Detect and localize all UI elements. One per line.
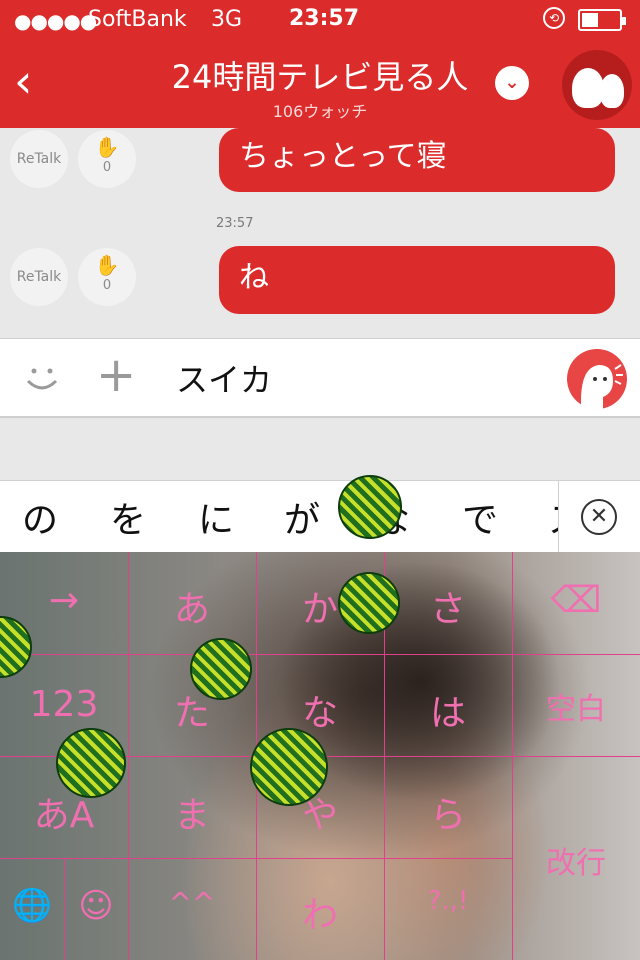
candidate-item[interactable]: が xyxy=(284,491,320,543)
key-ha[interactable]: は xyxy=(384,684,512,734)
status-bar: ●●●●● SoftBank 3G 23:57 ⟲ xyxy=(0,0,640,40)
key-space[interactable]: 空白 xyxy=(512,684,640,734)
key-a[interactable]: あ xyxy=(128,580,256,630)
close-icon: ✕ xyxy=(581,499,617,535)
candidate-bar: の を に が な で ス ✕ xyxy=(0,475,640,553)
clap-button[interactable]: ✋ 0 xyxy=(78,130,136,188)
rotation-lock-icon: ⟲ xyxy=(543,7,565,29)
signal-strength: ●●●●● xyxy=(14,9,97,33)
smiley-icon[interactable] xyxy=(22,357,62,397)
key-input-mode[interactable]: あA xyxy=(0,786,128,836)
candidate-item[interactable]: で xyxy=(462,491,498,543)
key-return[interactable]: 改行 xyxy=(512,838,640,888)
back-button[interactable]: ‹ xyxy=(14,58,54,108)
spacer xyxy=(0,420,640,480)
emoji-icon[interactable]: ☺ xyxy=(64,886,128,936)
key-wa[interactable]: わ xyxy=(256,886,384,936)
candidate-item[interactable]: を xyxy=(110,491,146,543)
watermelon-decoration xyxy=(190,638,252,700)
clock: 23:57 xyxy=(289,6,360,31)
key-na[interactable]: な xyxy=(256,684,384,734)
clap-icon: ✋ xyxy=(94,253,120,277)
message-bubble[interactable]: ちょっとって寝 xyxy=(219,128,615,192)
stamp-button[interactable] xyxy=(567,349,627,409)
key-punctuation[interactable]: ?.,! xyxy=(384,886,512,936)
clap-count: 0 xyxy=(102,278,112,293)
chat-area[interactable]: ReTalk ✋ 0 ちょっとって寝 23:57 ReTalk ✋ 0 ね xyxy=(0,128,640,338)
watermelon-decoration xyxy=(338,475,402,539)
globe-icon[interactable]: 🌐 xyxy=(0,886,64,936)
close-candidates-button[interactable]: ✕ xyxy=(558,481,640,553)
battery-icon xyxy=(578,9,626,31)
add-attachment-button[interactable]: + xyxy=(96,347,136,403)
retalk-button[interactable]: ReTalk xyxy=(10,248,68,306)
clap-icon: ✋ xyxy=(94,135,120,159)
message-bubble[interactable]: ね xyxy=(219,246,615,314)
chevron-down-icon[interactable]: ⌄ xyxy=(495,66,529,100)
clap-count: 0 xyxy=(102,160,112,175)
key-sa[interactable]: さ xyxy=(384,580,512,630)
room-avatar[interactable] xyxy=(562,50,632,120)
key-ra[interactable]: ら xyxy=(384,786,512,836)
key-kaomoji[interactable]: ^^ xyxy=(128,886,256,936)
watermelon-decoration xyxy=(56,728,126,798)
carrier-label: SoftBank xyxy=(88,7,187,32)
watermelon-decoration xyxy=(250,728,328,806)
message-input[interactable]: スイカ xyxy=(176,355,272,401)
message-input-bar: + スイカ xyxy=(0,338,640,418)
watch-count: 106ウォッチ xyxy=(272,102,368,121)
candidate-item[interactable]: に xyxy=(198,491,234,543)
candidate-item[interactable]: の xyxy=(22,491,58,543)
watermelon-decoration xyxy=(338,572,400,634)
character-icon xyxy=(581,364,623,409)
network-type: 3G xyxy=(211,7,243,32)
key-ma[interactable]: ま xyxy=(128,786,256,836)
flick-keyboard: → あ か さ ⌫ 123 た な は 空白 あA ま や ら 改行 🌐 ☺ ^… xyxy=(0,552,640,960)
clap-button[interactable]: ✋ 0 xyxy=(78,248,136,306)
app-header: ●●●●● SoftBank 3G 23:57 ⟲ ‹ 24時間テレビ見る人 1… xyxy=(0,0,640,128)
backspace-icon[interactable]: ⌫ xyxy=(512,580,640,630)
retalk-button[interactable]: ReTalk xyxy=(10,130,68,188)
key-numbers[interactable]: 123 xyxy=(0,684,128,734)
page-title: 24時間テレビ見る人 xyxy=(171,58,469,96)
message-timestamp: 23:57 xyxy=(216,216,254,231)
